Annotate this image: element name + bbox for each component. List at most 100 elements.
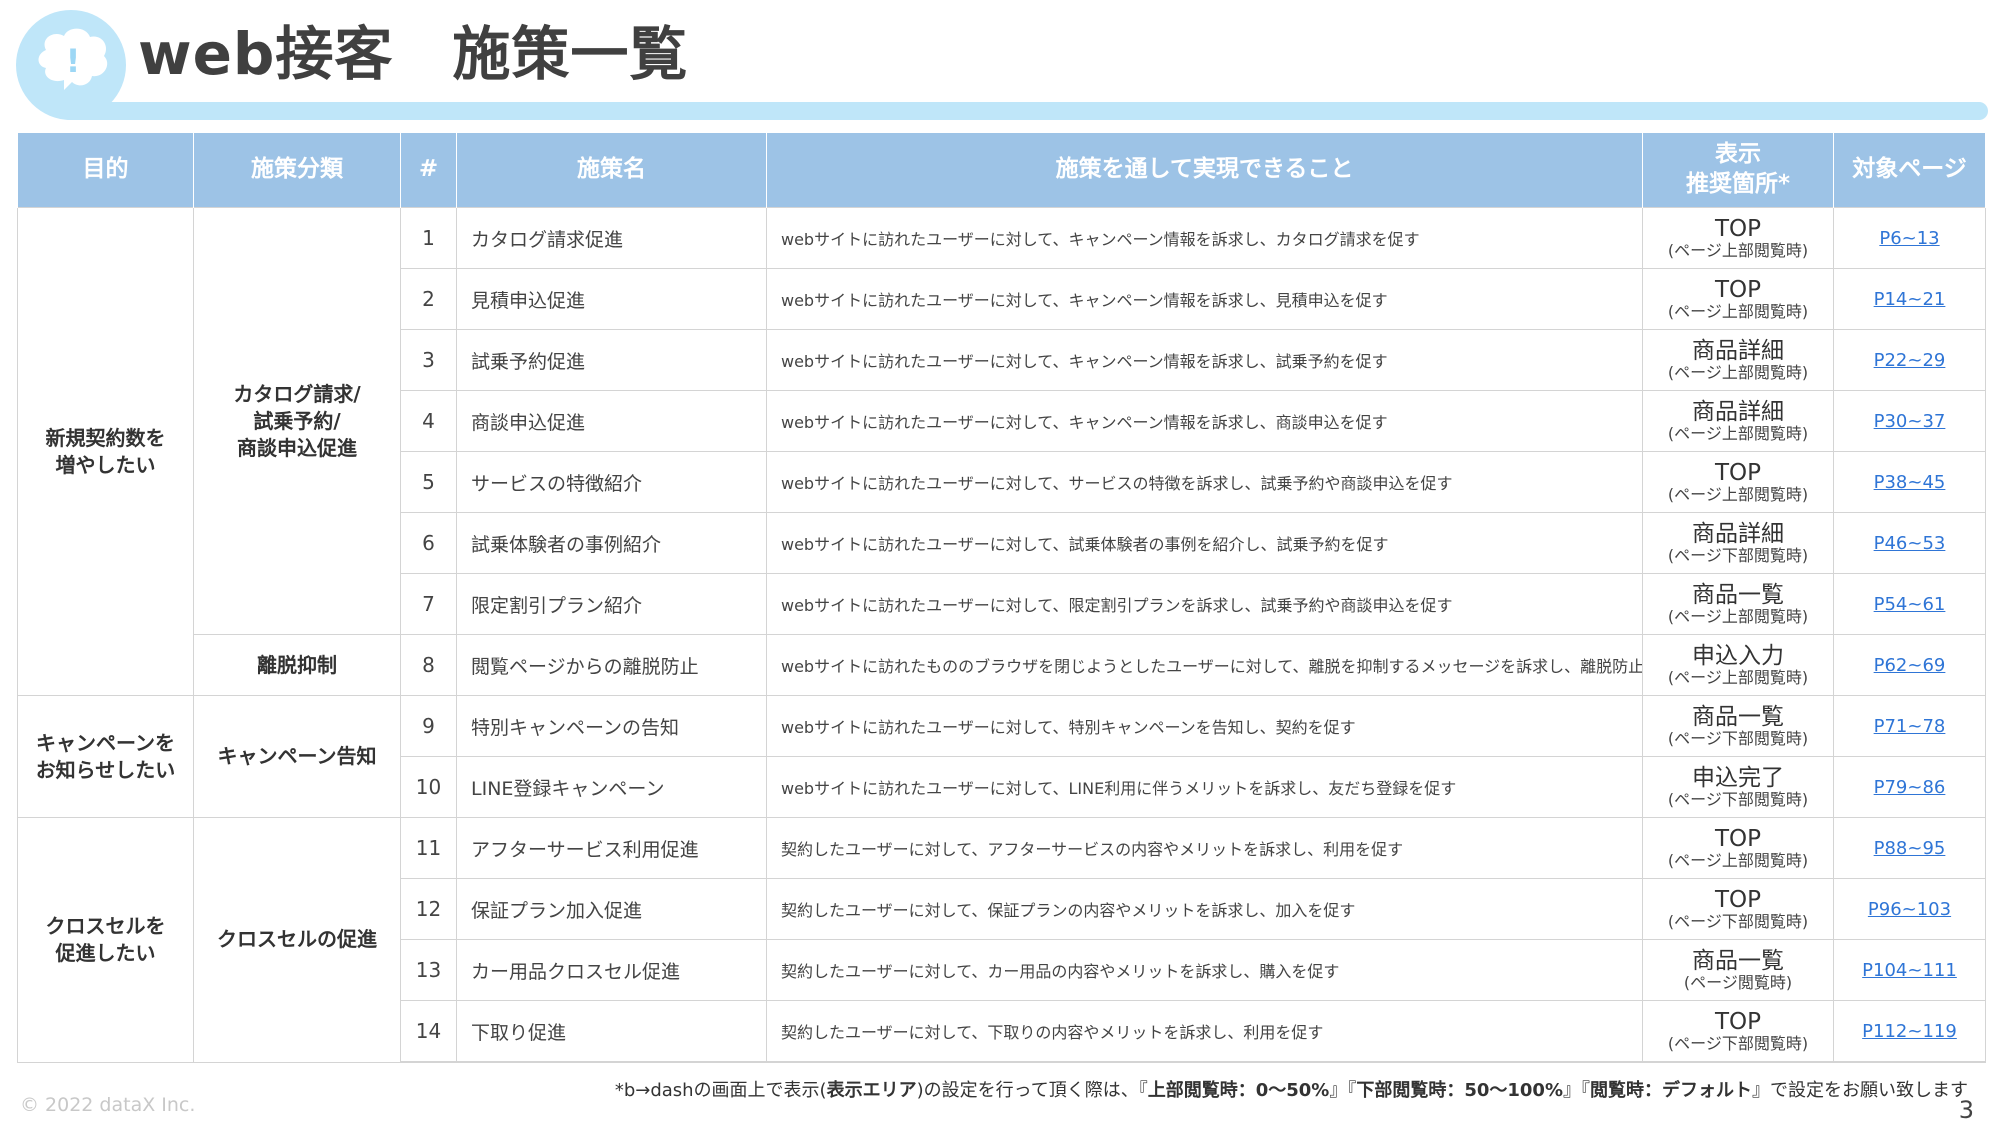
target-page-link[interactable]: P22~29 [1874, 350, 1946, 371]
display-timing: (ページ上部閲覧時) [1667, 240, 1809, 260]
display-location: TOP [1714, 825, 1762, 852]
row-number: 8 [400, 634, 457, 696]
display-timing: (ページ閲覧時) [1683, 972, 1793, 992]
display-location-cell: TOP (ページ上部閲覧時) [1642, 817, 1834, 879]
display-location: TOP [1714, 215, 1762, 242]
footnote: *b→dashの画面上で表示(表示エリア)の設定を行って頂く際は、『上部閲覧時：… [615, 1076, 1968, 1102]
display-location-cell: 商品詳細 (ページ上部閲覧時) [1642, 329, 1834, 391]
display-location: 商品詳細 [1692, 398, 1784, 425]
measure-name: 限定割引プラン紹介 [456, 573, 767, 635]
target-page-cell: P22~29 [1833, 329, 1986, 391]
target-page-cell: P30~37 [1833, 390, 1986, 452]
row-number: 4 [400, 390, 457, 452]
row-number: 3 [400, 329, 457, 391]
target-page-link[interactable]: P46~53 [1874, 533, 1946, 554]
target-page-cell: P71~78 [1833, 695, 1986, 757]
display-location: 商品詳細 [1692, 337, 1784, 364]
display-location-cell: 申込入力 (ページ上部閲覧時) [1642, 634, 1834, 696]
column-header-number: # [400, 133, 457, 208]
purpose-cell: キャンペーンを お知らせしたい [17, 695, 194, 818]
row-number: 10 [400, 756, 457, 818]
target-page-link[interactable]: P30~37 [1874, 411, 1946, 432]
target-page-link[interactable]: P71~78 [1874, 716, 1946, 737]
row-number: 5 [400, 451, 457, 513]
measure-name: 見積申込促進 [456, 268, 767, 330]
footnote-text: )の設定を行って頂く際は、『 [916, 1080, 1148, 1101]
column-header-description: 施策を通して実現できること [766, 133, 1643, 208]
target-page-cell: P14~21 [1833, 268, 1986, 330]
measure-name: カタログ請求促進 [456, 207, 767, 269]
copyright: © 2022 dataX Inc. [20, 1094, 196, 1116]
display-location-cell: TOP (ページ上部閲覧時) [1642, 451, 1834, 513]
measure-description: 契約したユーザーに対して、下取りの内容やメリットを訴求し、利用を促す [766, 1000, 1643, 1063]
row-number: 11 [400, 817, 457, 879]
display-timing: (ページ下部閲覧時) [1667, 545, 1809, 565]
target-page-cell: P38~45 [1833, 451, 1986, 513]
page-title: web接客 施策一覧 [138, 20, 689, 88]
display-timing: (ページ上部閲覧時) [1667, 362, 1809, 382]
table-header-row: 目的 施策分類 # 施策名 施策を通して実現できること 表示 推奨箇所* 対象ペー… [17, 133, 1986, 208]
target-page-link[interactable]: P14~21 [1874, 289, 1946, 310]
display-location: 商品詳細 [1692, 520, 1784, 547]
target-page-link[interactable]: P96~103 [1868, 899, 1951, 920]
target-page-link[interactable]: P112~119 [1862, 1021, 1957, 1042]
display-location-cell: 商品詳細 (ページ下部閲覧時) [1642, 512, 1834, 574]
target-page-cell: P104~111 [1833, 939, 1986, 1001]
target-page-link[interactable]: P88~95 [1874, 838, 1946, 859]
target-page-link[interactable]: P62~69 [1874, 655, 1946, 676]
measures-table: 目的 施策分類 # 施策名 施策を通して実現できること 表示 推奨箇所* 対象ペー… [17, 133, 1986, 1063]
title-underline-bar [60, 102, 1988, 120]
table-row: クロスセルを 促進したい クロスセルの促進 11 アフターサービス利用促進 契約したユーザ… [17, 817, 1986, 1063]
table-row: 離脱抑制 8 閲覧ページからの離脱防止 webサイトに訪れたもののブラウザを閉じようと… [18, 634, 1986, 696]
target-page-link[interactable]: P6~13 [1879, 228, 1939, 249]
display-timing: (ページ上部閲覧時) [1667, 667, 1809, 687]
display-location: TOP [1714, 1008, 1762, 1035]
measure-description: webサイトに訪れたユーザーに対して、キャンペーン情報を訴求し、見積申込を促す [766, 268, 1643, 330]
measure-name: 保証プラン加入促進 [456, 878, 767, 940]
display-location: 申込入力 [1692, 642, 1784, 669]
display-timing: (ページ上部閲覧時) [1667, 423, 1809, 443]
target-page-link[interactable]: P54~61 [1874, 594, 1946, 615]
display-location-cell: TOP (ページ上部閲覧時) [1642, 207, 1834, 269]
footnote-text: *b→dashの画面上で表示( [614, 1080, 827, 1101]
measure-name: 閲覧ページからの離脱防止 [456, 634, 767, 696]
row-number: 9 [400, 695, 457, 757]
target-page-cell: P6~13 [1833, 207, 1986, 269]
display-location-cell: TOP (ページ下部閲覧時) [1642, 878, 1834, 940]
measure-name: 試乗予約促進 [456, 329, 767, 391]
category-cell: キャンペーン告知 [193, 695, 401, 818]
column-header-display-location: 表示 推奨箇所* [1642, 133, 1834, 208]
column-header-purpose: 目的 [17, 133, 194, 208]
display-timing: (ページ下部閲覧時) [1667, 1033, 1809, 1053]
target-page-link[interactable]: P38~45 [1874, 472, 1946, 493]
measure-name: 下取り促進 [456, 1000, 767, 1063]
purpose-cell: 新規契約数を 増やしたい [17, 207, 194, 696]
footnote-bold: 表示エリア [826, 1080, 917, 1101]
measure-description: webサイトに訪れたユーザーに対して、試乗体験者の事例を紹介し、試乗予約を促す [766, 512, 1643, 574]
measure-name: サービスの特徴紹介 [456, 451, 767, 513]
display-location-cell: TOP (ページ下部閲覧時) [1642, 1000, 1834, 1063]
target-page-cell: P96~103 [1833, 878, 1986, 940]
display-location: TOP [1714, 276, 1762, 303]
display-location: 商品一覧 [1692, 703, 1784, 730]
measure-description: 契約したユーザーに対して、アフターサービスの内容やメリットを訴求し、利用を促す [766, 817, 1643, 879]
svg-text:!: ! [66, 42, 81, 80]
display-timing: (ページ下部閲覧時) [1667, 911, 1809, 931]
row-number: 13 [400, 939, 457, 1001]
row-number: 6 [400, 512, 457, 574]
target-page-link[interactable]: P79~86 [1874, 777, 1946, 798]
target-page-cell: P62~69 [1833, 634, 1986, 696]
purpose-cell: クロスセルを 促進したい [17, 817, 194, 1063]
target-page-link[interactable]: P104~111 [1862, 960, 1957, 981]
display-location: 商品一覧 [1692, 581, 1784, 608]
display-location: TOP [1714, 459, 1762, 486]
measure-description: webサイトに訪れたもののブラウザを閉じようとしたユーザーに対して、離脱を抑制す… [766, 634, 1643, 696]
measure-name: カー用品クロスセル促進 [456, 939, 767, 1001]
footnote-bold: 上部閲覧時：0〜50% [1147, 1080, 1330, 1101]
display-location: 商品一覧 [1692, 947, 1784, 974]
row-number: 7 [400, 573, 457, 635]
display-location-cell: 申込完了 (ページ下部閲覧時) [1642, 756, 1834, 818]
display-header-line1: 表示 [1715, 141, 1761, 168]
measure-description: webサイトに訪れたユーザーに対して、LINE利用に伴うメリットを訴求し、友だち… [766, 756, 1643, 818]
table-row: 新規契約数を 増やしたい カタログ請求/試乗予約/商談申込促進 1 カタログ請求促進 we… [17, 207, 1986, 696]
